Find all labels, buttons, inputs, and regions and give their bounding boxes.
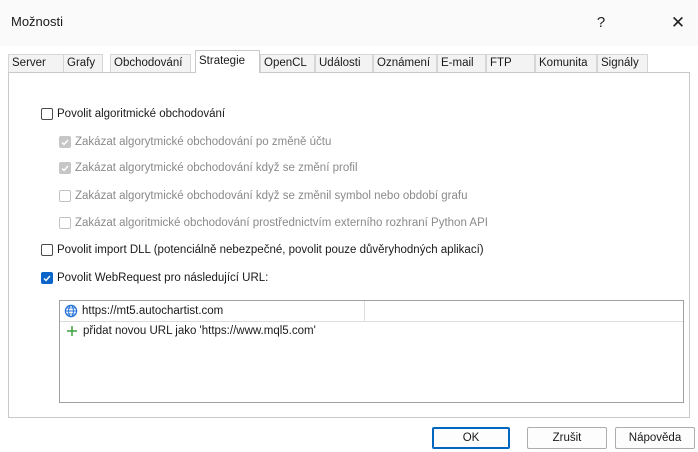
tab-email[interactable]: E-mail [437, 54, 486, 72]
checkbox-box [59, 217, 71, 229]
title-bar: Možnosti ? ✕ [0, 0, 698, 46]
disable-on-symbol-change-checkbox: Zakázat algorytmické obchodování když se… [59, 188, 468, 204]
url-list-item[interactable]: https://mt5.autochartist.com [60, 301, 683, 322]
allow-webrequest-label: Povolit WebRequest pro následující URL: [57, 272, 269, 284]
tab-udalosti[interactable]: Události [315, 54, 373, 72]
tab-oznameni[interactable]: Oznámení [373, 54, 437, 72]
column-separator [364, 301, 365, 321]
plus-icon [67, 326, 77, 336]
tab-komunita[interactable]: Komunita [535, 54, 597, 72]
url-list[interactable]: https://mt5.autochartist.com přidat novo… [59, 300, 684, 403]
disable-on-account-change-label: Zakázat algorytmické obchodování po změn… [75, 136, 332, 148]
checkmark-icon [61, 165, 69, 172]
add-url-hint: přidat novou URL jako 'https://www.mql5.… [83, 325, 316, 337]
tab-server[interactable]: Server [8, 54, 64, 72]
checkbox-box[interactable] [41, 272, 53, 284]
disable-python-api-label: Zakázat algoritmické obchodování prostře… [75, 217, 488, 229]
allow-dll-checkbox[interactable]: Povolit import DLL (potenciálně nebezpeč… [41, 242, 484, 258]
checkbox-box [59, 190, 71, 202]
checkmark-icon [43, 275, 51, 282]
checkbox-box [59, 136, 71, 148]
allow-algo-label: Povolit algoritmické obchodování [57, 108, 226, 120]
tab-obchodovani[interactable]: Obchodování [110, 54, 191, 72]
checkbox-box [59, 162, 71, 174]
disable-on-profile-change-checkbox: Zakázat algorytmické obchodování když se… [59, 160, 358, 176]
tab-strategie[interactable]: Strategie [195, 50, 260, 73]
ok-button[interactable]: OK [432, 427, 510, 449]
allow-dll-label: Povolit import DLL (potenciálně nebezpeč… [57, 244, 484, 256]
disable-on-symbol-change-label: Zakázat algorytmické obchodování když se… [75, 190, 468, 202]
disable-on-account-change-checkbox: Zakázat algorytmické obchodování po změn… [59, 134, 331, 150]
disable-on-profile-change-label: Zakázat algorytmické obchodování když se… [75, 162, 358, 174]
add-url-row[interactable]: přidat novou URL jako 'https://www.mql5.… [60, 321, 683, 341]
close-button[interactable]: ✕ [663, 10, 693, 36]
cancel-button[interactable]: Zrušit [527, 427, 607, 449]
checkbox-box[interactable] [41, 108, 53, 120]
window-title: Možnosti [11, 14, 64, 29]
tab-ftp[interactable]: FTP [486, 54, 535, 72]
allow-webrequest-checkbox[interactable]: Povolit WebRequest pro následující URL: [41, 270, 268, 286]
url-text: https://mt5.autochartist.com [82, 305, 224, 317]
allow-algo-checkbox[interactable]: Povolit algoritmické obchodování [41, 106, 225, 122]
checkbox-box[interactable] [41, 244, 53, 256]
help-title-button[interactable]: ? [586, 10, 616, 36]
globe-icon [64, 304, 78, 318]
tab-bar: Server Grafy Obchodování Strategie OpenC… [8, 50, 690, 73]
disable-python-api-checkbox: Zakázat algoritmické obchodování prostře… [59, 215, 488, 231]
checkmark-icon [61, 139, 69, 146]
tab-grafy[interactable]: Grafy [63, 54, 103, 72]
tab-opencl[interactable]: OpenCL [260, 54, 315, 72]
tab-signaly[interactable]: Signály [597, 54, 648, 72]
help-button[interactable]: Nápověda [615, 427, 695, 449]
